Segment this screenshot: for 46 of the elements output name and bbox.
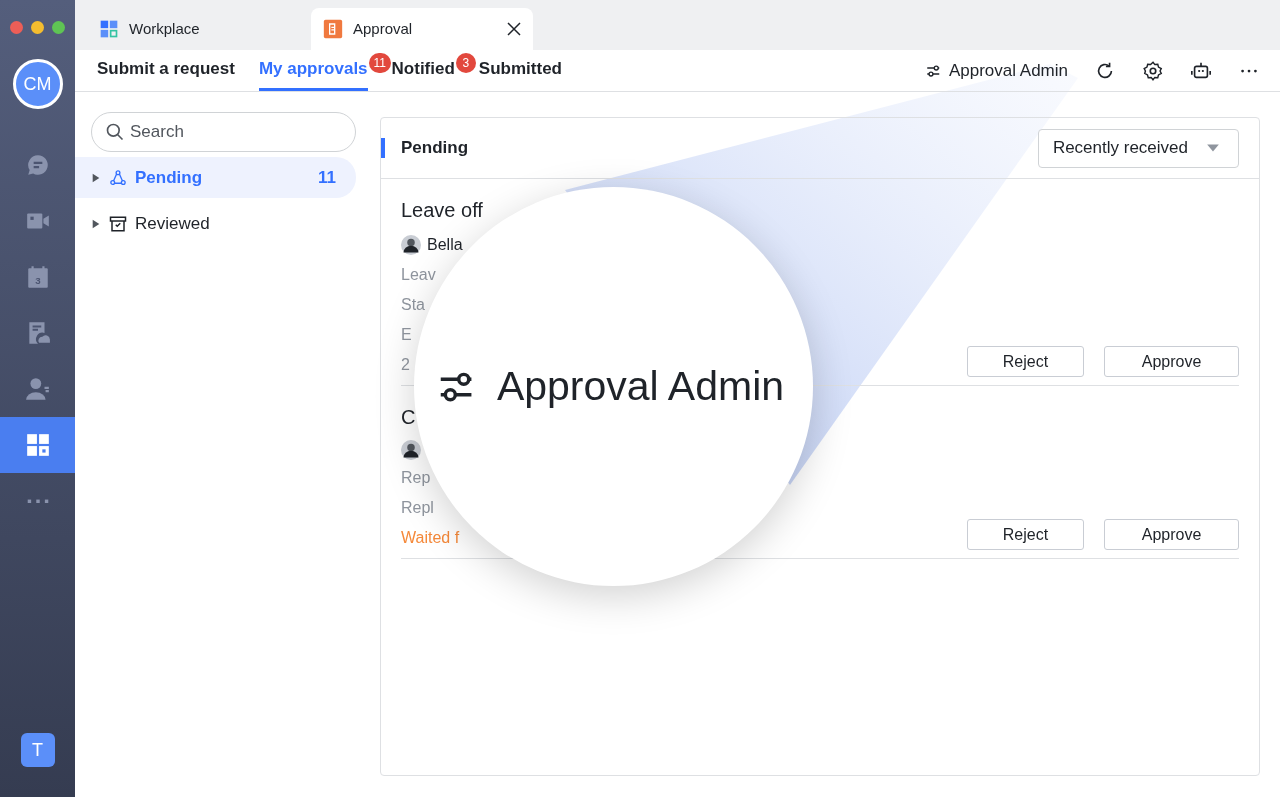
window-tab[interactable]: Approval: [311, 8, 533, 50]
detail-text: Leav: [401, 265, 436, 285]
status-text: Waited f: [401, 528, 460, 548]
section-title: Pending: [381, 138, 469, 158]
detail-text: E: [401, 325, 412, 345]
archive-icon: [109, 214, 127, 233]
nav-tab[interactable]: Submit a request: [97, 50, 235, 91]
caret-icon[interactable]: [91, 171, 101, 184]
count-badge: 11: [368, 53, 392, 73]
contacts-icon: [24, 376, 51, 402]
reject-button[interactable]: Reject: [967, 346, 1084, 377]
window-tab[interactable]: Workplace: [87, 8, 309, 50]
window-control-icon[interactable]: [10, 21, 23, 34]
approve-button[interactable]: Approve: [1104, 346, 1239, 377]
window-control-icon[interactable]: [31, 21, 44, 34]
detail-text: Rep: [401, 468, 431, 488]
caret-icon[interactable]: [91, 217, 101, 230]
approve-button[interactable]: Approve: [1104, 519, 1239, 550]
request-title: C: [401, 405, 417, 430]
close-button[interactable]: [507, 22, 521, 36]
document-icon: [323, 19, 343, 39]
count-badge: 3: [455, 53, 476, 73]
window-control-icon[interactable]: [52, 21, 65, 34]
sidebar-item[interactable]: Pending 11: [75, 157, 356, 198]
detail-text: Repl: [401, 498, 434, 518]
nodes-icon: [109, 168, 127, 187]
grid-icon: [24, 432, 51, 458]
settings-icon[interactable]: [1142, 59, 1164, 82]
magnified-label: Approval Admin: [496, 361, 785, 411]
detail-text: Sta: [401, 295, 425, 315]
sort-dropdown[interactable]: Recently received: [1037, 128, 1239, 168]
admin-link[interactable]: Approval Admin: [924, 57, 1068, 84]
search-field[interactable]: Search: [91, 112, 356, 152]
grid-icon: [99, 19, 119, 39]
nav-tab[interactable]: My approvals: [258, 50, 368, 91]
avatar-icon: [401, 235, 421, 255]
reject-button[interactable]: Reject: [967, 519, 1084, 550]
detail-text: 2: [401, 355, 410, 375]
rail-item[interactable]: [0, 417, 75, 473]
requester-name: Bella: [427, 235, 463, 255]
more-icon: [25, 499, 50, 503]
avatar-icon: [401, 440, 421, 460]
nav-tab[interactable]: Notified: [391, 50, 455, 91]
sidebar-item[interactable]: Reviewed: [75, 203, 356, 244]
request-title: Leave off: [401, 198, 484, 223]
nav-tab[interactable]: Submitted: [478, 50, 562, 91]
